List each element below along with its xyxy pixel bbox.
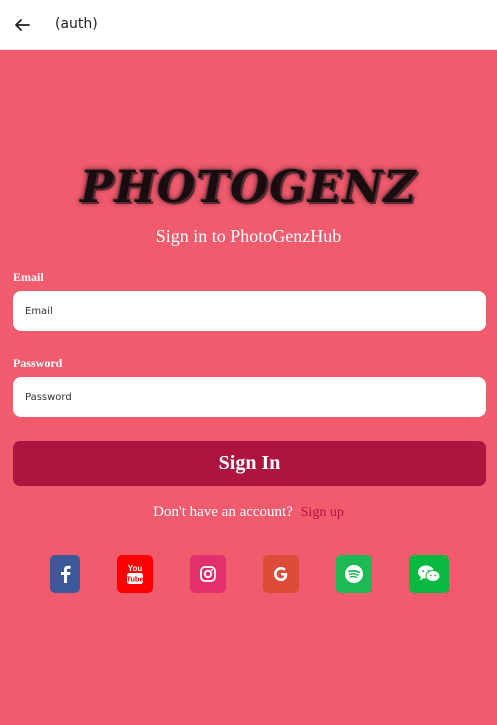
back-button[interactable] bbox=[10, 13, 34, 37]
spotify-icon bbox=[345, 565, 363, 583]
auth-screen: PHOTOGENZ Sign in to PhotoGenzHub Email … bbox=[0, 50, 497, 725]
signup-row: Don't have an account? Sign up bbox=[0, 504, 497, 521]
email-field[interactable] bbox=[13, 291, 486, 331]
youtube-icon: You Tube bbox=[126, 564, 144, 584]
instagram-button[interactable] bbox=[190, 555, 226, 593]
password-field[interactable] bbox=[13, 377, 486, 417]
svg-text:You: You bbox=[128, 564, 143, 573]
sign-in-button[interactable]: Sign In bbox=[13, 441, 486, 486]
youtube-button[interactable]: You Tube bbox=[117, 555, 153, 593]
wechat-button[interactable] bbox=[409, 555, 449, 593]
facebook-icon bbox=[61, 565, 71, 583]
signup-prompt: Don't have an account? bbox=[153, 504, 293, 520]
arrow-left-icon bbox=[15, 19, 30, 31]
google-button[interactable] bbox=[263, 555, 299, 593]
email-label: Email bbox=[13, 270, 44, 284]
google-icon bbox=[274, 567, 288, 581]
password-label: Password bbox=[13, 356, 63, 370]
app-logo: PHOTOGENZ bbox=[80, 162, 417, 213]
page-title: Sign in to PhotoGenzHub bbox=[155, 226, 342, 246]
facebook-button[interactable] bbox=[50, 555, 80, 593]
spotify-button[interactable] bbox=[336, 555, 372, 593]
svg-text:Tube: Tube bbox=[126, 575, 143, 584]
app-header: (auth) bbox=[0, 0, 497, 50]
instagram-icon bbox=[200, 566, 216, 582]
header-title: (auth) bbox=[55, 16, 98, 32]
sign-up-link[interactable]: Sign up bbox=[301, 505, 344, 520]
wechat-icon bbox=[418, 565, 441, 582]
